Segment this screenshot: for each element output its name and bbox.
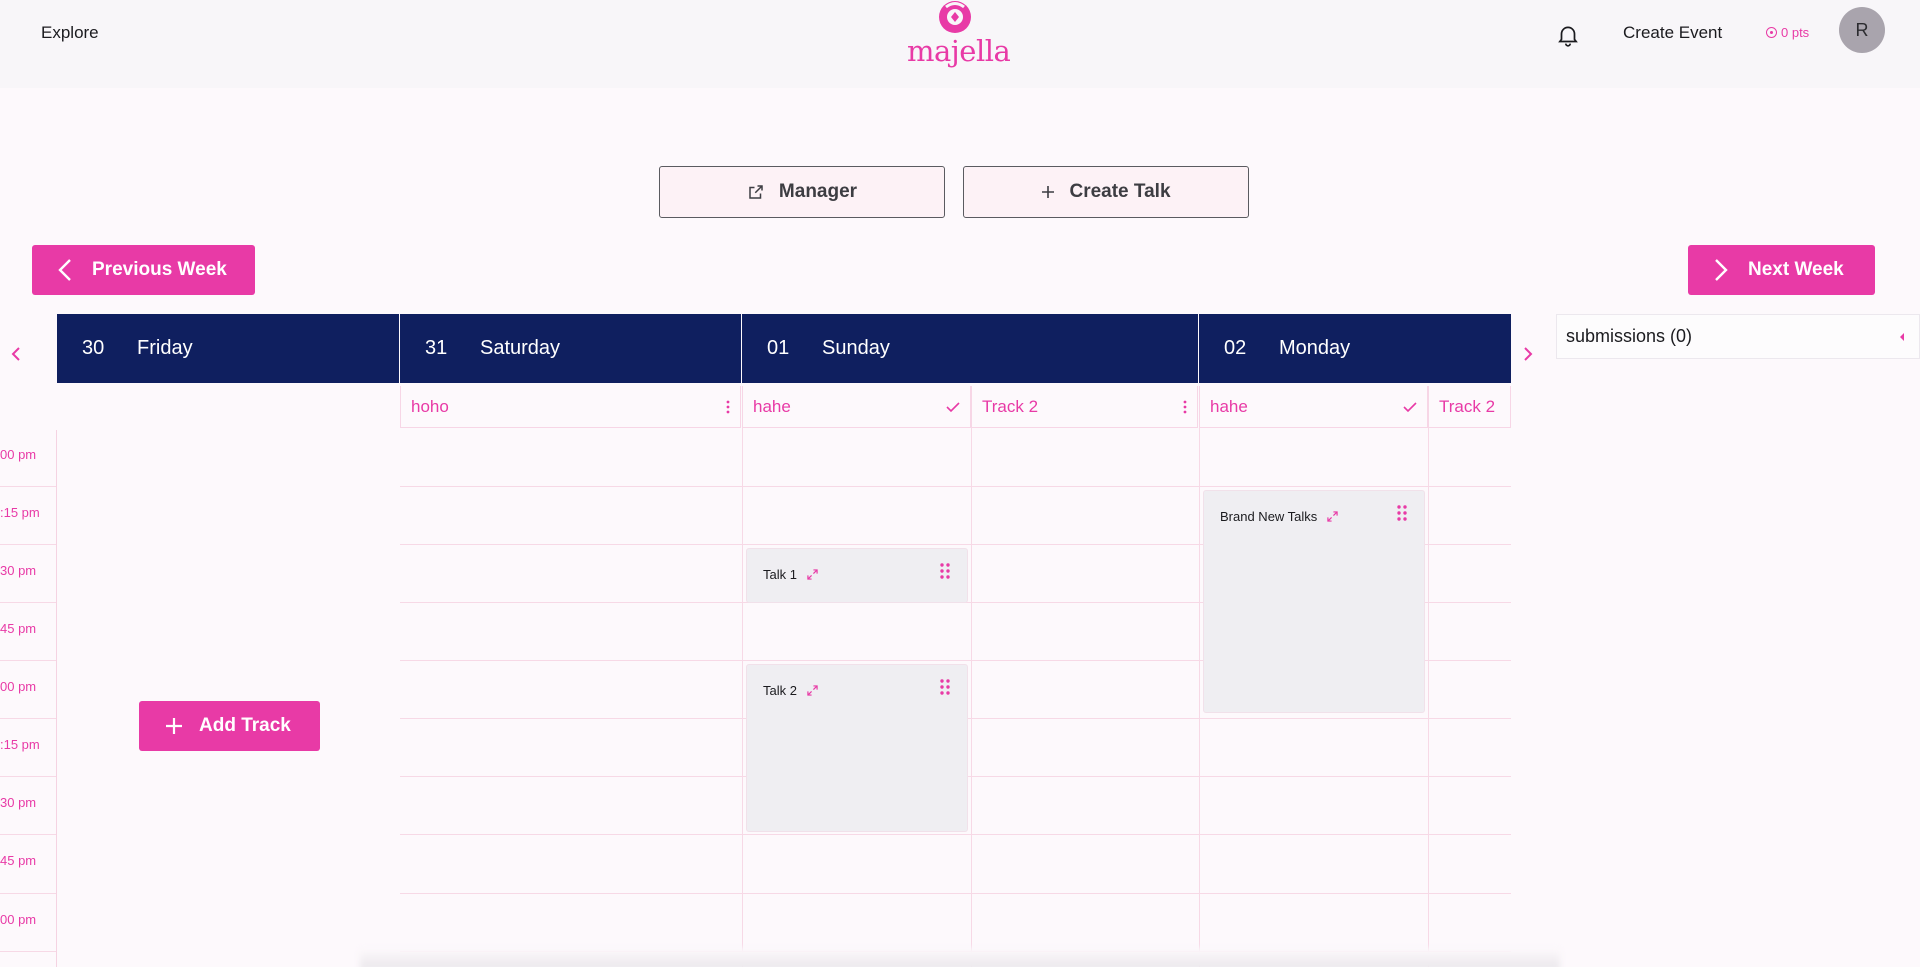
previous-week-label: Previous Week xyxy=(92,259,227,280)
previous-week-button[interactable]: Previous Week xyxy=(32,245,255,295)
time-divider xyxy=(0,834,56,835)
time-label: 30 pm xyxy=(0,795,37,810)
talk-card[interactable]: Talk 2 xyxy=(746,664,968,832)
chevron-right-icon xyxy=(1715,259,1728,281)
day-number: 01 xyxy=(767,337,790,359)
points-label: 0 pts xyxy=(1781,25,1810,40)
day-name: Saturday xyxy=(480,337,561,359)
submissions-label: submissions (0) xyxy=(1566,326,1693,346)
submissions-panel-header[interactable]: submissions (0) xyxy=(1556,314,1920,359)
grid-row-divider xyxy=(400,893,1511,894)
time-label: 30 pm xyxy=(0,563,37,578)
track-header-hoho[interactable]: hoho xyxy=(400,386,741,428)
collapse-arrow-icon[interactable] xyxy=(1899,332,1905,342)
time-label: 00 pm xyxy=(0,912,37,927)
day-number: 31 xyxy=(425,337,448,359)
day-name: Friday xyxy=(137,337,193,359)
time-divider xyxy=(0,718,56,719)
track-name: hoho xyxy=(411,396,449,416)
next-week-button[interactable]: Next Week xyxy=(1688,245,1875,295)
track-header-hahe-sunday[interactable]: hahe xyxy=(742,386,971,428)
day-number: 02 xyxy=(1224,337,1247,359)
kebab-menu-icon[interactable] xyxy=(1183,400,1187,414)
time-divider xyxy=(0,602,56,603)
day-name: Sunday xyxy=(822,337,890,359)
chevron-left-icon xyxy=(58,259,71,281)
plus-icon xyxy=(1042,186,1055,198)
plus-icon xyxy=(166,718,182,734)
day-header-saturday: 31 Saturday xyxy=(400,314,741,383)
create-event-link[interactable]: Create Event xyxy=(1623,23,1722,43)
expand-icon[interactable] xyxy=(807,685,818,696)
expand-icon[interactable] xyxy=(807,569,818,580)
add-track-button[interactable]: Add Track xyxy=(139,701,320,751)
grid-scroll-right-icon[interactable] xyxy=(1521,344,1535,369)
talk-card[interactable]: Talk 1 xyxy=(746,548,968,603)
external-link-icon xyxy=(749,185,763,199)
track-name: hahe xyxy=(1210,396,1248,416)
logo-text: majella xyxy=(907,34,1011,68)
talk-title: Talk 2 xyxy=(763,683,797,698)
time-divider xyxy=(0,660,56,661)
time-column-border xyxy=(56,430,57,967)
time-divider xyxy=(0,486,56,487)
time-label: :15 pm xyxy=(0,737,40,752)
points-coin-icon xyxy=(1766,27,1777,38)
drag-handle-icon[interactable] xyxy=(940,679,950,695)
top-navigation-bar: Explore majella Create Event 0 pts R xyxy=(0,0,1920,88)
bottom-scroll-shadow xyxy=(360,948,1560,967)
talk-title: Talk 1 xyxy=(763,567,797,582)
track-header-track2-monday[interactable]: Track 2 xyxy=(1428,386,1511,428)
grid-row-divider xyxy=(400,486,1511,487)
grid-column-divider xyxy=(1199,428,1200,967)
day-header-friday: 30 Friday xyxy=(57,314,399,383)
time-divider xyxy=(0,893,56,894)
expand-icon[interactable] xyxy=(1327,511,1338,522)
time-label: :15 pm xyxy=(0,505,40,520)
grid-row-divider xyxy=(400,834,1511,835)
explore-link[interactable]: Explore xyxy=(41,23,99,43)
time-divider xyxy=(0,776,56,777)
day-number: 30 xyxy=(82,337,105,359)
track-name: hahe xyxy=(753,396,791,416)
talk-title-row: Talk 1 xyxy=(763,567,818,582)
talk-title: Brand New Talks xyxy=(1220,509,1318,524)
time-label: 00 pm xyxy=(0,679,37,694)
points-indicator[interactable]: 0 pts xyxy=(1766,25,1809,40)
drag-handle-icon[interactable] xyxy=(940,563,950,579)
track-header-track2-sunday[interactable]: Track 2 xyxy=(971,386,1198,428)
time-divider xyxy=(0,544,56,545)
time-label: 00 pm xyxy=(0,447,37,462)
grid-column-divider xyxy=(971,428,972,967)
time-label: 45 pm xyxy=(0,621,37,636)
notification-bell-icon[interactable] xyxy=(1555,22,1581,53)
drag-handle-icon[interactable] xyxy=(1397,505,1407,521)
grid-column-divider xyxy=(1428,428,1429,967)
manager-button[interactable]: Manager xyxy=(659,166,945,218)
time-label: 45 pm xyxy=(0,853,37,868)
add-track-label: Add Track xyxy=(199,715,291,736)
time-divider xyxy=(0,951,56,952)
check-icon[interactable] xyxy=(1403,401,1417,413)
grid-scroll-left-icon[interactable] xyxy=(9,344,23,369)
track-header-hahe-monday[interactable]: hahe xyxy=(1199,386,1428,428)
talk-title-row: Talk 2 xyxy=(763,683,818,698)
create-talk-button[interactable]: Create Talk xyxy=(963,166,1249,218)
check-icon[interactable] xyxy=(946,401,960,413)
next-week-label: Next Week xyxy=(1748,259,1844,280)
majella-logo[interactable]: majella xyxy=(900,0,1011,70)
talk-title-row: Brand New Talks xyxy=(1220,509,1338,524)
day-header-monday: 02 Monday xyxy=(1199,314,1511,383)
grid-column-divider xyxy=(742,428,743,967)
day-header-sunday: 01 Sunday xyxy=(742,314,1198,383)
manager-label: Manager xyxy=(778,181,858,202)
track-name: Track 2 xyxy=(982,396,1039,416)
user-avatar[interactable]: R xyxy=(1839,7,1885,53)
create-talk-label: Create Talk xyxy=(1069,181,1171,202)
track-name: Track 2 xyxy=(1439,396,1496,416)
day-name: Monday xyxy=(1279,337,1351,359)
talk-card[interactable]: Brand New Talks xyxy=(1203,490,1425,713)
kebab-menu-icon[interactable] xyxy=(726,400,730,414)
